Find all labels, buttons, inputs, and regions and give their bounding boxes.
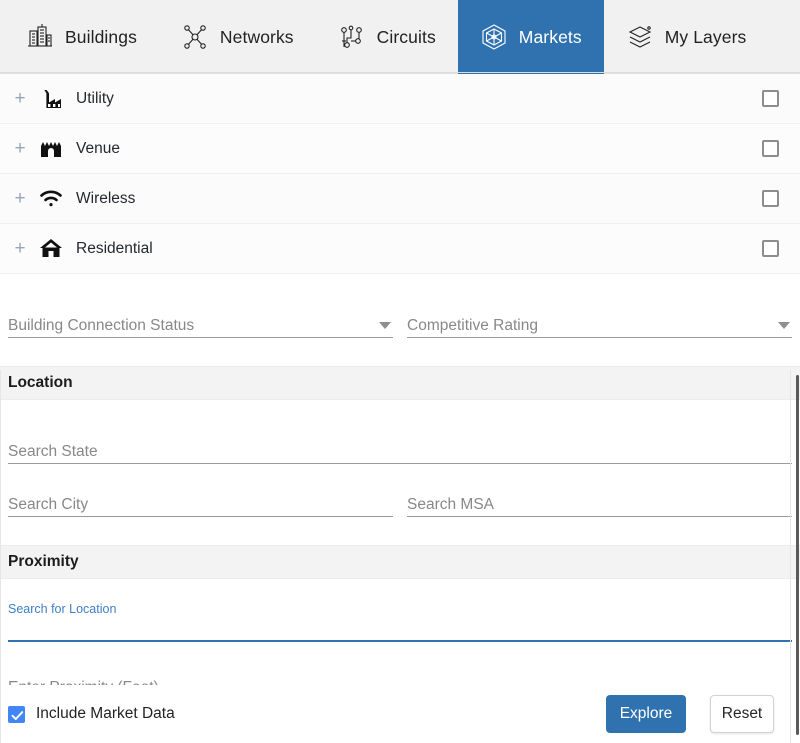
panel-left-border (0, 370, 1, 743)
tab-my-layers[interactable]: My Layers (604, 0, 769, 74)
building-connection-status-col: Building Connection Status (8, 308, 393, 338)
tab-buildings[interactable]: Buildings (4, 0, 159, 74)
expand-wireless-icon[interactable]: + (8, 189, 32, 208)
checkbox-utility[interactable] (762, 90, 779, 107)
checkbox-residential[interactable] (762, 240, 779, 257)
category-wireless-label: Wireless (76, 189, 136, 207)
layers-icon (626, 23, 654, 51)
network-nodes-icon (181, 23, 209, 51)
scrollbar-thumb[interactable] (796, 375, 799, 735)
stadium-icon (38, 137, 64, 161)
search-msa-input[interactable]: Search MSA (407, 487, 792, 517)
include-market-data-label: Include Market Data (36, 705, 175, 722)
chevron-down-icon[interactable] (379, 322, 391, 329)
include-market-data-toggle[interactable]: Include Market Data (8, 705, 175, 723)
main-tab-bar: Buildings Networks Circuits Markets My L… (0, 0, 800, 74)
building-connection-status-placeholder: Building Connection Status (8, 316, 195, 334)
category-utility-label: Utility (76, 89, 114, 107)
spacer-after-categories (0, 274, 800, 308)
location-section-heading: Location (0, 366, 800, 400)
tab-circuits-label: Circuits (376, 26, 436, 47)
vertical-scrollbar[interactable] (791, 75, 800, 743)
tab-markets-label: Markets (518, 26, 582, 47)
search-for-location-input[interactable]: Search for Location (8, 603, 792, 642)
search-city-col: Search City (8, 487, 393, 517)
category-list: + Utility + Venue + Wireless + Residenti… (0, 74, 800, 274)
competitive-rating-placeholder: Competitive Rating (407, 316, 538, 334)
tab-networks[interactable]: Networks (159, 0, 316, 74)
competitive-rating-select[interactable]: Competitive Rating (407, 308, 792, 338)
tab-my-layers-label: My Layers (664, 26, 747, 47)
markets-filter-panel: Buildings Networks Circuits Markets My L… (0, 0, 800, 743)
location-heading-label: Location (8, 374, 73, 391)
checkbox-venue[interactable] (762, 140, 779, 157)
tab-circuits[interactable]: Circuits (316, 0, 458, 74)
explore-button[interactable]: Explore (606, 695, 686, 733)
category-row-wireless[interactable]: + Wireless (0, 174, 800, 224)
expand-venue-icon[interactable]: + (8, 139, 32, 158)
search-city-input[interactable]: Search City (8, 487, 393, 517)
markets-hexagon-icon (480, 23, 508, 51)
category-residential-label: Residential (76, 239, 153, 257)
proximity-section-heading: Proximity (0, 545, 800, 579)
tab-buildings-label: Buildings (65, 26, 137, 47)
competitive-rating-col: Competitive Rating (407, 308, 792, 338)
checkbox-include-market-data[interactable] (8, 705, 25, 723)
home-icon (38, 237, 64, 261)
checkbox-wireless[interactable] (762, 190, 779, 207)
reset-button[interactable]: Reset (710, 695, 774, 733)
filter-dropdown-row: Building Connection Status Competitive R… (0, 308, 800, 338)
search-for-location-label: Search for Location (8, 602, 117, 616)
search-msa-placeholder: Search MSA (407, 495, 495, 513)
category-row-residential[interactable]: + Residential (0, 224, 800, 274)
proximity-heading-label: Proximity (8, 553, 79, 570)
factory-icon (38, 87, 64, 111)
category-venue-label: Venue (76, 139, 120, 157)
category-row-utility[interactable]: + Utility (0, 74, 800, 124)
search-state-placeholder: Search State (8, 442, 98, 460)
building-connection-status-select[interactable]: Building Connection Status (8, 308, 393, 338)
expand-utility-icon[interactable]: + (8, 89, 32, 108)
search-city-placeholder: Search City (8, 495, 89, 513)
footer-action-bar: Include Market Data Explore Reset (0, 685, 800, 743)
search-city-msa-row: Search City Search MSA (0, 487, 800, 517)
tab-networks-label: Networks (219, 26, 294, 47)
footer-buttons: Explore Reset (606, 695, 774, 733)
category-row-venue[interactable]: + Venue (0, 124, 800, 174)
expand-residential-icon[interactable]: + (8, 239, 32, 258)
wifi-icon (38, 187, 64, 211)
search-for-location-row: Search for Location (0, 603, 800, 642)
chevron-down-icon[interactable] (778, 322, 790, 329)
buildings-icon (26, 23, 54, 51)
search-state-col: Search State (8, 434, 792, 464)
tab-markets[interactable]: Markets (457, 0, 604, 74)
search-state-input[interactable]: Search State (8, 434, 792, 464)
search-state-row: Search State (0, 434, 800, 464)
search-for-location-col: Search for Location (8, 603, 792, 642)
search-msa-col: Search MSA (407, 487, 792, 517)
circuit-icon (338, 23, 366, 51)
